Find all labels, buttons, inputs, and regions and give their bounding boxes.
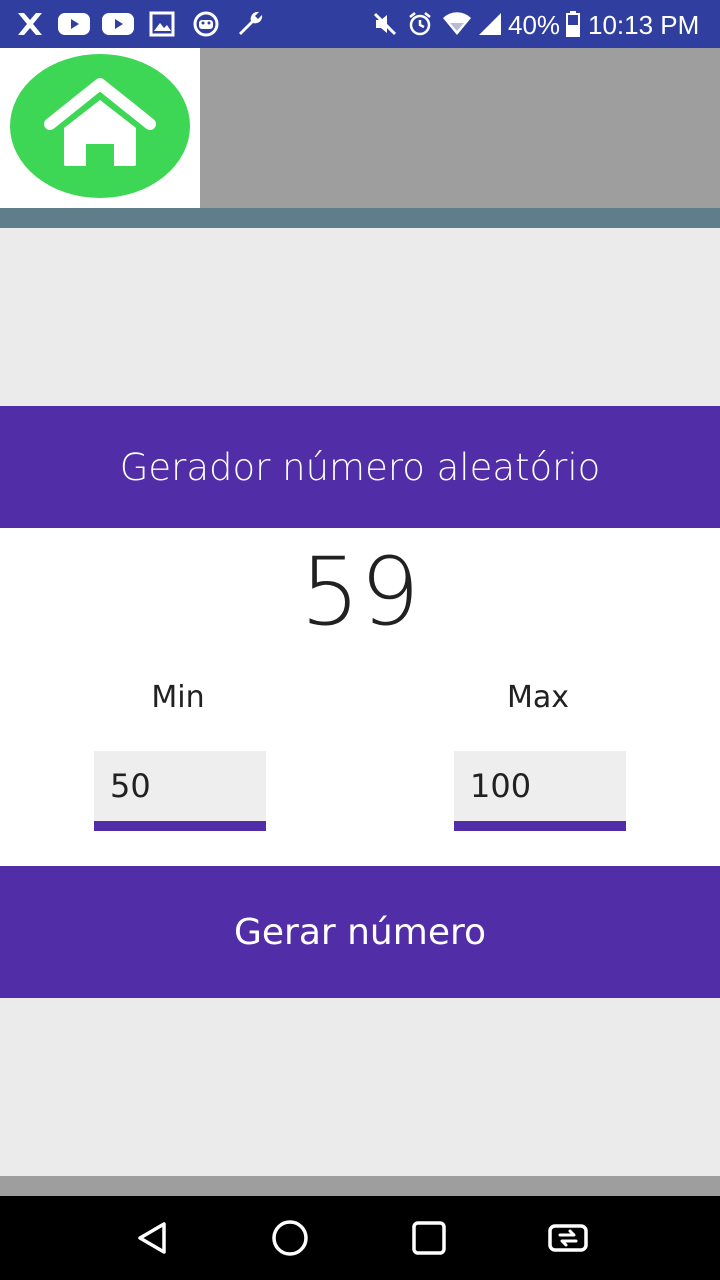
header-divider [0, 208, 720, 228]
home-logo[interactable] [0, 48, 200, 208]
random-result: 59 [300, 538, 420, 647]
home-circle-icon[interactable] [266, 1214, 314, 1262]
home-icon [10, 54, 190, 198]
max-label: Max [506, 680, 570, 715]
max-input[interactable] [454, 751, 626, 821]
recents-icon[interactable] [405, 1214, 453, 1262]
mute-icon [372, 10, 398, 38]
navigation-bar [0, 1196, 720, 1280]
min-label: Min [151, 680, 205, 715]
youtube-icon [58, 10, 90, 38]
wrench-icon [234, 10, 266, 38]
generator-card: 59 Min Max [0, 528, 720, 866]
x-app-icon [14, 10, 46, 38]
signal-icon [476, 10, 504, 38]
min-field [94, 751, 266, 831]
rotate-icon[interactable] [544, 1214, 592, 1262]
header-banner [0, 48, 720, 208]
generate-button[interactable]: Gerar número [0, 866, 720, 998]
image-icon [148, 10, 176, 38]
battery-percent: 40% [508, 10, 561, 40]
min-input[interactable] [94, 751, 266, 821]
back-icon[interactable] [128, 1214, 176, 1262]
youtube-icon [102, 10, 134, 38]
wifi-icon [442, 10, 472, 38]
bottom-divider [0, 1176, 720, 1196]
page-title: Gerador número aleatório [119, 445, 601, 489]
title-banner: Gerador número aleatório [0, 406, 720, 528]
android-icon [190, 10, 222, 38]
alarm-icon [406, 10, 434, 38]
clock: 10:13 PM [588, 10, 700, 40]
max-field [454, 751, 626, 831]
battery-icon [565, 10, 581, 38]
status-bar: 40% 10:13 PM [0, 0, 720, 48]
